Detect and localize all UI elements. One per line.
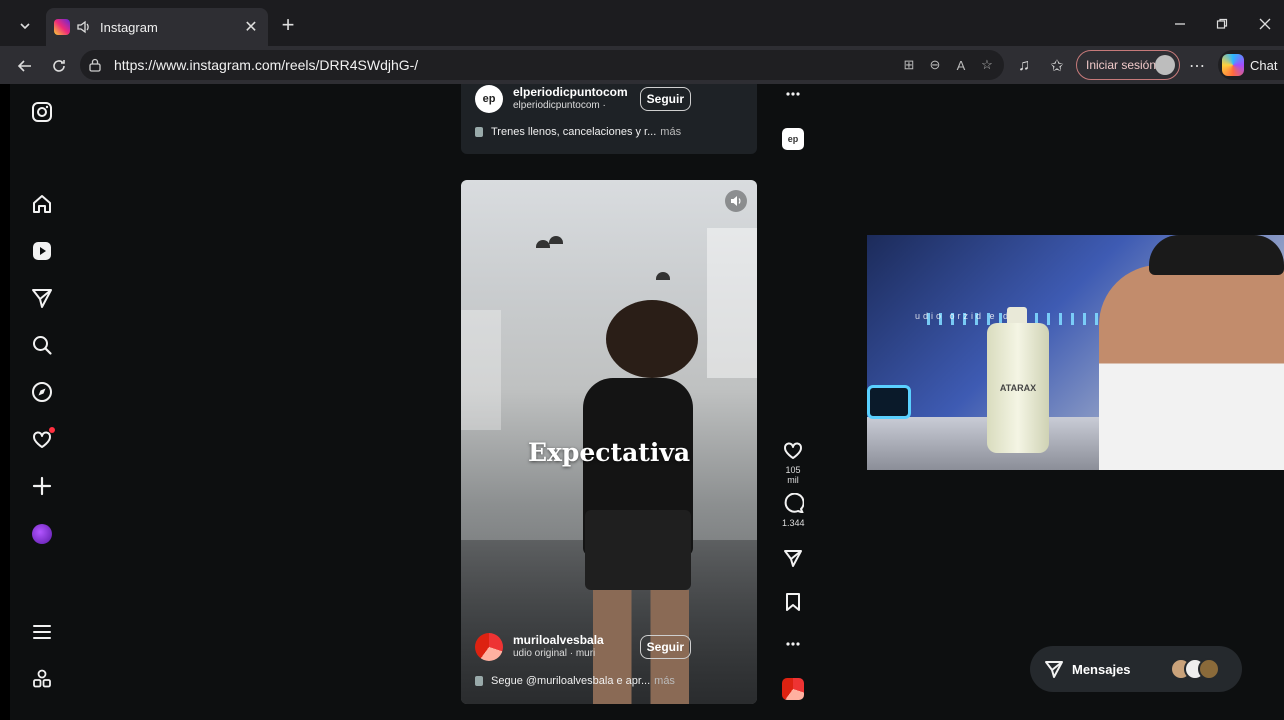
back-arrow-icon[interactable] (12, 53, 38, 79)
instagram-logo-icon[interactable] (30, 100, 54, 124)
author-avatar[interactable] (475, 633, 503, 661)
caption-row[interactable]: Segue @muriloalvesbala e apr... más (475, 675, 743, 687)
heart-icon (784, 442, 802, 459)
minimize-icon[interactable] (1170, 14, 1190, 34)
ceiling-lamp (549, 236, 563, 244)
comment-bubble-icon (784, 492, 805, 514)
author-avatar[interactable]: ep (475, 85, 503, 113)
webcam-overlay: udio orzid e dop ATARAX (867, 235, 1284, 470)
create-plus-icon[interactable] (30, 474, 54, 498)
author-username[interactable]: elperiodicpuntocom (513, 86, 640, 99)
send-icon (1045, 661, 1063, 678)
url-text[interactable]: https://www.instagram.com/reels/DRR4SWdj… (114, 57, 418, 73)
avatar (1198, 658, 1220, 680)
profile-avatar[interactable] (30, 522, 54, 546)
window-shape (461, 310, 501, 430)
reload-icon[interactable] (46, 53, 72, 79)
browser-tab-bar: Instagram ✕ + (0, 0, 1284, 46)
streamer (1099, 265, 1284, 470)
profile-avatar-icon (1155, 55, 1175, 75)
restore-icon[interactable] (1212, 14, 1232, 34)
speaker-icon[interactable] (76, 18, 94, 36)
favorites-icon[interactable]: ✩ (1046, 55, 1068, 77)
profile-picture (32, 524, 52, 544)
close-tab-icon[interactable]: ✕ (240, 16, 262, 38)
new-tab-icon[interactable]: + (276, 14, 300, 38)
home-icon[interactable] (30, 192, 54, 216)
messages-label: Mensajes (1072, 661, 1131, 677)
close-window-icon[interactable] (1255, 14, 1275, 34)
sign-in-button[interactable]: Iniciar sesión (1076, 50, 1180, 80)
ceiling-lamp (656, 272, 670, 280)
more-menu-icon[interactable] (30, 620, 54, 644)
author-username[interactable]: muriloalvesbala (513, 634, 640, 647)
author-meta: elperiodicpuntocom elperiodicpuntocom · (513, 86, 640, 112)
explore-compass-icon[interactable] (30, 380, 54, 404)
browser-tab-instagram[interactable]: Instagram ✕ (46, 8, 268, 46)
caption-emoji-icon (475, 676, 483, 686)
more-options-dots-icon[interactable] (782, 86, 804, 107)
copilot-label: Chat (1250, 57, 1278, 73)
comment-count: 1.344 (782, 518, 805, 528)
lock-icon[interactable] (88, 56, 106, 74)
more-options-dots-icon[interactable] (782, 636, 804, 657)
media-control-icon[interactable]: ♫ (1013, 55, 1035, 77)
more-options-icon[interactable]: ⋯ (1186, 55, 1208, 77)
messages-button[interactable]: Mensajes (1030, 646, 1242, 692)
search-icon[interactable] (30, 333, 54, 357)
bottle-label: ATARAX (999, 383, 1037, 393)
streamer-cap (1149, 235, 1284, 275)
author-meta: muriloalvesbala udio original · muri (513, 634, 640, 660)
audio-label[interactable]: udio original · muri (513, 647, 640, 660)
comment-button[interactable]: 1.344 (782, 492, 805, 528)
tab-title: Instagram (100, 19, 158, 35)
instagram-favicon-icon (54, 19, 70, 35)
window-shape (707, 228, 757, 378)
person-hair (606, 300, 698, 378)
reel-previous[interactable]: ep elperiodicpuntocom elperiodicpuntocom… (461, 84, 757, 154)
reel-overlay-text: Expectativa (527, 438, 691, 467)
meta-apps-icon[interactable] (30, 667, 54, 691)
audio-thumbnail-avatar[interactable]: ep (782, 128, 804, 150)
caption-row[interactable]: Trenes llenos, cancelaciones y r... más (475, 126, 743, 138)
like-button[interactable]: 105 mil (782, 440, 804, 485)
zoom-out-icon[interactable]: ⊖ (926, 56, 944, 74)
message-avatars (1170, 658, 1220, 680)
reel-current-footer: muriloalvesbala udio original · muri Seg… (461, 632, 757, 687)
caption-emoji-icon (475, 127, 483, 137)
like-count: 105 mil (785, 465, 801, 485)
browser-toolbar: https://www.instagram.com/reels/DRR4SWdj… (0, 46, 1284, 84)
copilot-button[interactable]: Chat (1218, 50, 1284, 80)
address-bar-actions: ⊞ ⊖ A ☆ (900, 56, 996, 74)
read-aloud-icon[interactable]: A (952, 56, 970, 74)
reels-icon[interactable] (30, 239, 54, 263)
monitor (867, 385, 911, 419)
more-link[interactable]: más (660, 126, 681, 138)
sound-toggle-icon[interactable] (725, 190, 747, 212)
favorite-star-icon[interactable]: ☆ (978, 56, 996, 74)
more-link[interactable]: más (654, 675, 675, 687)
sign-in-label: Iniciar sesión (1086, 58, 1157, 72)
caption-text: Trenes llenos, cancelaciones y r... (491, 126, 657, 138)
author-row: muriloalvesbala udio original · muri Seg… (475, 632, 743, 662)
follow-button[interactable]: Seguir (639, 87, 691, 111)
reel-previous-footer: ep elperiodicpuntocom elperiodicpuntocom… (461, 84, 757, 138)
tab-list-chevron-icon[interactable] (10, 11, 40, 41)
copilot-icon (1222, 54, 1244, 76)
person-shorts (585, 510, 691, 590)
audio-label[interactable]: elperiodicpuntocom · (513, 99, 640, 112)
save-bookmark-icon[interactable] (782, 592, 804, 617)
audio-thumbnail-avatar[interactable] (782, 678, 804, 700)
notification-dot (49, 427, 55, 433)
share-send-icon[interactable] (782, 548, 804, 573)
caption-text: Segue @muriloalvesbala e apr... (491, 675, 651, 687)
follow-button[interactable]: Seguir (639, 635, 691, 659)
send-icon[interactable] (30, 286, 54, 310)
notifications-heart-icon[interactable] (30, 427, 55, 451)
ceiling-lamp (536, 240, 550, 248)
author-row: ep elperiodicpuntocom elperiodicpuntocom… (475, 84, 743, 114)
app-available-icon[interactable]: ⊞ (900, 56, 918, 74)
address-bar[interactable]: https://www.instagram.com/reels/DRR4SWdj… (80, 50, 1004, 80)
reel-current[interactable]: Expectativa muriloalvesbala udio origina… (461, 180, 757, 704)
